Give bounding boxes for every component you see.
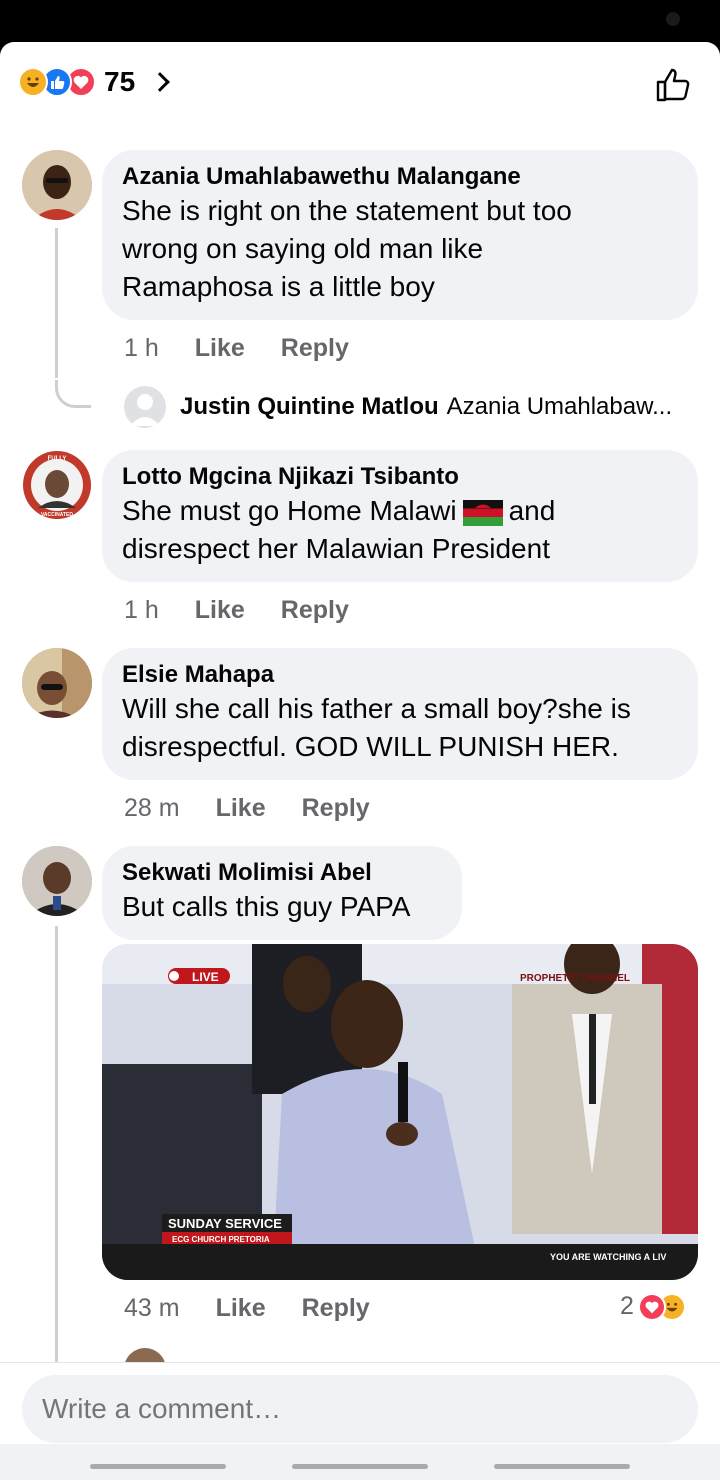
camera-cutout — [666, 12, 680, 26]
comment-input[interactable] — [22, 1375, 698, 1443]
comment-image[interactable]: LIVE PROPHETIC CHANNEL SUNDAY SERVICE EC… — [102, 944, 698, 1280]
like-comment-button[interactable]: Like — [195, 334, 245, 363]
avatar[interactable] — [22, 648, 92, 718]
reply-comment-button[interactable]: Reply — [302, 794, 370, 823]
reply-comment-button[interactable]: Reply — [281, 596, 349, 625]
comment-text-line: wrong on saying old man like — [122, 233, 484, 264]
nav-pill — [494, 1464, 630, 1469]
comment-actions: 1 h Like Reply — [124, 596, 385, 625]
reply-comment-button[interactable]: Reply — [302, 1294, 370, 1323]
comment-bubble: Lotto Mgcina Njikazi Tsibanto She must g… — [102, 450, 698, 582]
reply-comment-button[interactable]: Reply — [281, 334, 349, 363]
comment-bubble: Azania Umahlabawethu Malangane She is ri… — [102, 150, 698, 320]
comment-reactions[interactable]: 2 — [620, 1292, 686, 1321]
comment-text: and — [508, 495, 556, 526]
thread-line — [55, 228, 58, 378]
thread-connector — [55, 380, 91, 408]
thumbs-up-icon — [656, 68, 690, 102]
comment-reaction-count: 2 — [620, 1292, 634, 1320]
comment-text: She must go Home Malawi — [122, 495, 457, 526]
live-badge: LIVE — [192, 970, 219, 984]
comment-author[interactable]: Elsie Mahapa — [122, 660, 678, 690]
avatar[interactable]: FULLY VACCINATED — [22, 450, 92, 520]
nav-pill — [292, 1464, 428, 1469]
badge-text-top: FULLY — [48, 456, 67, 462]
like-comment-button[interactable]: Like — [195, 596, 245, 625]
badge-text-bottom: VACCINATED — [41, 512, 73, 518]
haha-icon — [18, 67, 48, 97]
comment-author[interactable]: Azania Umahlabawethu Malangane — [122, 162, 678, 192]
comment-actions: 1 h Like Reply — [124, 334, 385, 363]
like-comment-button[interactable]: Like — [216, 794, 266, 823]
avatar[interactable] — [22, 150, 92, 220]
thread-line — [55, 926, 58, 1366]
reply-preview-text: Azania Umahlabaw... — [446, 393, 673, 420]
video-still: LIVE PROPHETIC CHANNEL SUNDAY SERVICE EC… — [102, 944, 698, 1280]
love-icon — [637, 1292, 666, 1321]
avatar — [124, 386, 166, 428]
comment-actions: 43 m Like Reply — [124, 1294, 406, 1323]
lower-third-subtitle: ECG CHURCH PRETORIA — [172, 1235, 270, 1244]
avatar[interactable] — [22, 846, 92, 916]
comment-time: 43 m — [124, 1294, 180, 1322]
comment-text-line: She must go Home Malawi and — [122, 492, 678, 530]
malawi-flag-icon — [462, 499, 503, 526]
ticker-text: YOU ARE WATCHING A LIV — [550, 1252, 666, 1262]
comment-author[interactable]: Sekwati Molimisi Abel — [122, 858, 442, 888]
reply-author[interactable]: Justin Quintine Matlou — [180, 393, 439, 421]
comment-time: 28 m — [124, 794, 180, 822]
comment-time: 1 h — [124, 334, 159, 362]
comments-sheet: 75 Azania Umahlabawethu Malangane She is… — [0, 42, 720, 1480]
comment-text-line: Will she call his father a small boy?she… — [122, 693, 631, 724]
comment-text-line: disrespect her Malawian President — [122, 533, 550, 564]
channel-label: PROPHETIC CHANNEL — [520, 973, 630, 984]
comment-text-line: disrespectful. GOD WILL PUNISH HER. — [122, 731, 619, 762]
nav-pill — [90, 1464, 226, 1469]
comment-text-line: She is right on the statement but too — [122, 195, 572, 226]
comment-time: 1 h — [124, 596, 159, 624]
reply-preview-row[interactable]: Justin Quintine Matlou Azania Umahlabaw.… — [124, 386, 672, 428]
gesture-bar — [0, 1444, 720, 1480]
lower-third-title: SUNDAY SERVICE — [168, 1216, 282, 1231]
status-bar — [0, 0, 720, 42]
comment-text-line: Ramaphosa is a little boy — [122, 271, 435, 302]
comment-author[interactable]: Lotto Mgcina Njikazi Tsibanto — [122, 462, 678, 492]
comment-text-line: But calls this guy PAPA — [122, 891, 411, 922]
comment-bubble: Sekwati Molimisi Abel But calls this guy… — [102, 846, 462, 940]
reactions-summary[interactable]: 75 — [18, 66, 171, 98]
comment-bubble: Elsie Mahapa Will she call his father a … — [102, 648, 698, 780]
like-post-button[interactable] — [654, 64, 694, 104]
like-comment-button[interactable]: Like — [216, 1294, 266, 1323]
comment-actions: 28 m Like Reply — [124, 794, 406, 823]
chevron-right-icon — [150, 72, 171, 92]
reaction-count: 75 — [104, 66, 136, 97]
reactions-header: 75 — [0, 42, 720, 132]
